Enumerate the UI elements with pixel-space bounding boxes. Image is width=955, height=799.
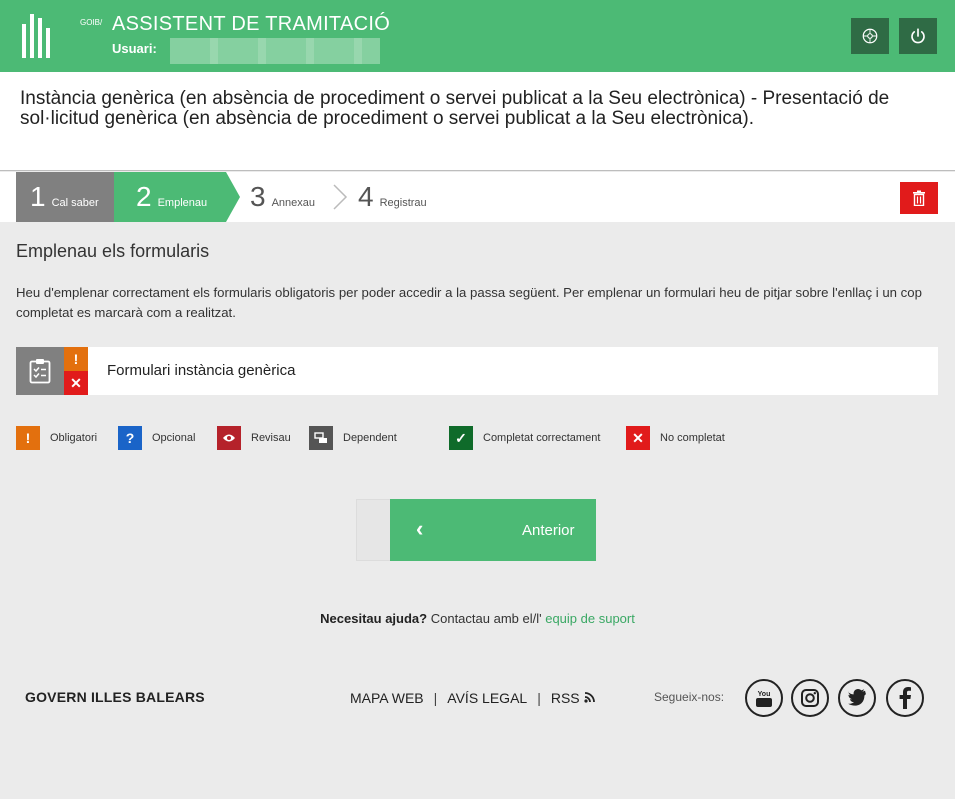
step-wizard: 1 Cal saber 2 Emplenau 3 Annexau 4 Regis…	[0, 172, 955, 222]
page-title: Instància genèrica (en absència de proce…	[20, 88, 890, 129]
rss-icon	[583, 692, 595, 703]
legend-label: Opcional	[152, 432, 196, 444]
legend-review: Revisau	[217, 426, 291, 450]
form-icon	[16, 347, 64, 395]
facebook-icon[interactable]	[886, 679, 924, 717]
legend-not-completed: ✕ No completat	[626, 426, 725, 450]
rss-label: RSS	[550, 690, 580, 706]
step-2-active[interactable]: 2 Emplenau	[114, 172, 226, 222]
form-row-instancia-generica[interactable]: ! ✕ Formulari instància genèrica	[16, 347, 938, 395]
power-icon	[911, 28, 925, 44]
user-label: Usuari:	[112, 41, 157, 56]
step-label: Cal saber	[51, 197, 99, 209]
rss-link[interactable]: RSS	[551, 690, 595, 706]
legend-label: Revisau	[251, 432, 291, 444]
legend-label: Dependent	[343, 432, 397, 444]
step-label: Emplenau	[157, 197, 208, 209]
section-title: Emplenau els formularis	[16, 241, 210, 261]
eye-icon	[217, 426, 241, 450]
legend-optional: ? Opcional	[118, 426, 195, 450]
legend-label: Obligatori	[50, 432, 98, 444]
logout-button[interactable]	[899, 18, 937, 54]
footer-brand: GOVERN ILLES BALEARS	[25, 689, 205, 705]
previous-button-label: Anterior	[522, 522, 575, 539]
check-icon: ✓	[449, 426, 473, 450]
dependent-icon	[309, 426, 333, 450]
mandatory-flag-icon: !	[64, 347, 88, 371]
question-icon: ?	[118, 426, 142, 450]
support-link[interactable]: equip de suport	[545, 611, 635, 626]
legend-label: No completat	[660, 432, 725, 444]
form-link[interactable]: Formulari instància genèrica	[107, 362, 295, 379]
legal-link[interactable]: AVÍS LEGAL	[447, 690, 527, 706]
accessibility-button[interactable]	[851, 18, 889, 54]
footer-links: MAPA WEB | AVÍS LEGAL | RSS	[350, 690, 595, 706]
step-number: 2	[136, 181, 152, 212]
follow-label: Segueix-nos:	[654, 690, 725, 704]
chevron-right-icon	[333, 184, 348, 210]
app-header: GOIB/ ASSISTENT DE TRAMITACIÓ Usuari:	[0, 0, 955, 72]
active-step-arrow	[226, 172, 240, 222]
button-placeholder	[356, 499, 390, 561]
x-icon: ✕	[626, 426, 650, 450]
sitemap-link[interactable]: MAPA WEB	[350, 690, 424, 706]
logo-text: GOIB/	[80, 18, 103, 27]
step-number: 3	[250, 181, 266, 212]
help-question: Necesitau ajuda?	[320, 611, 428, 626]
help-text: Contactau amb el/l'	[430, 611, 542, 626]
not-completed-flag-icon: ✕	[64, 371, 88, 395]
twitter-icon[interactable]	[838, 679, 876, 717]
legend-label: Completat correctament	[483, 432, 601, 444]
trash-icon	[913, 190, 925, 206]
chevron-left-icon: ‹	[416, 516, 424, 541]
step-3[interactable]: 3 Annexau	[250, 172, 315, 222]
app-title: ASSISTENT DE TRAMITACIÓ	[112, 13, 391, 35]
divider: |	[537, 690, 541, 706]
procedure-title-block: Instància genèrica (en absència de proce…	[0, 72, 955, 171]
step-label: Annexau	[271, 197, 316, 209]
step-1[interactable]: 1 Cal saber	[16, 172, 114, 222]
step-4[interactable]: 4 Registrau	[358, 172, 427, 222]
legend-mandatory: ! Obligatori	[16, 426, 97, 450]
goib-logo[interactable]: GOIB/	[18, 10, 102, 62]
svg-text:You: You	[758, 691, 771, 698]
delete-button[interactable]	[900, 182, 938, 214]
legend-completed: ✓ Completat correctament	[449, 426, 600, 450]
step-number: 1	[30, 181, 46, 212]
legend-dependent: Dependent	[309, 426, 397, 450]
instructions-text: Heu d'emplenar correctament els formular…	[16, 285, 922, 320]
step-label: Registrau	[379, 197, 427, 209]
previous-button[interactable]: ‹ Anterior	[390, 499, 596, 561]
exclamation-icon: !	[16, 426, 40, 450]
step-number: 4	[358, 181, 374, 212]
instagram-icon[interactable]	[791, 679, 829, 717]
clipboard-icon	[29, 359, 51, 384]
youtube-icon[interactable]: You	[745, 679, 783, 717]
help-line: Necesitau ajuda? Contactau amb el/l' equ…	[0, 611, 955, 626]
user-name-redacted	[170, 38, 380, 64]
accessibility-icon	[862, 28, 878, 44]
divider: |	[433, 690, 438, 706]
